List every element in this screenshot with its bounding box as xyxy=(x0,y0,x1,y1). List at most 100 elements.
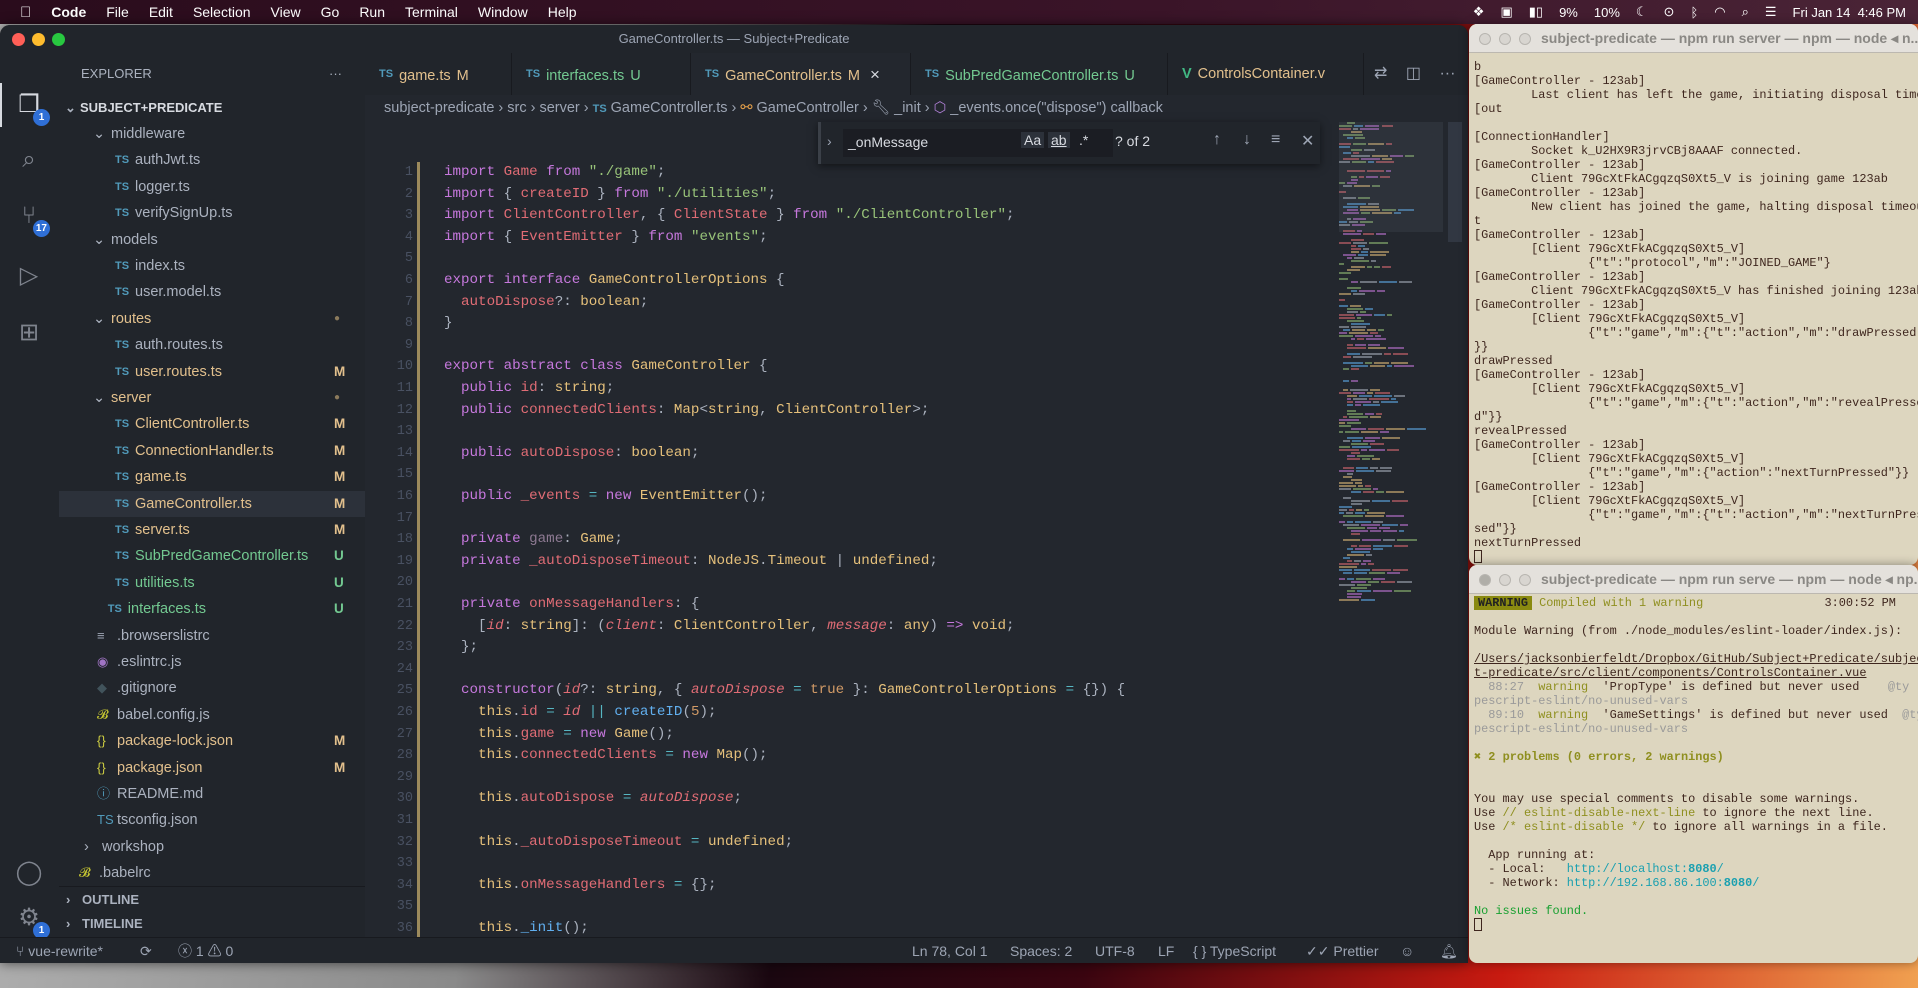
split-editor-icon[interactable]: ◫ xyxy=(1406,65,1421,82)
source-control-icon[interactable]: ⑂ 17 xyxy=(14,201,50,237)
menu-view[interactable]: View xyxy=(271,4,301,20)
breadcrumb-item[interactable]: _events.once("dispose") callback xyxy=(950,100,1163,116)
tree-item[interactable]: TS user.routes.ts M xyxy=(59,359,365,385)
tree-item[interactable]: TS GameController.ts M xyxy=(59,490,365,517)
previous-match-icon[interactable]: ↑ xyxy=(1213,131,1221,149)
workspace-root[interactable]: ⌄ SUBJECT+PREDICATE xyxy=(59,95,365,121)
extensions-icon[interactable]: ⊞ xyxy=(14,318,44,348)
tab-gamecontroller-ts[interactable]: TS GameController.ts M × xyxy=(691,53,911,95)
close-find-icon[interactable]: ✕ xyxy=(1301,131,1314,151)
tab-subpredgamecontroller-ts[interactable]: TS SubPredGameController.ts U xyxy=(911,53,1168,95)
tree-item[interactable]: TS auth.routes.ts xyxy=(59,332,365,358)
explorer-icon[interactable]: ❐ 1 xyxy=(14,90,50,126)
minimize-terminal-button[interactable] xyxy=(1499,574,1511,586)
maximize-window-button[interactable] xyxy=(52,33,65,46)
toggle-replace-icon[interactable]: › xyxy=(827,133,832,149)
tree-item[interactable]: ⌄ routes ● xyxy=(59,306,365,332)
match-case-button[interactable]: Aa xyxy=(1021,132,1045,148)
sync-icon[interactable]: ⟳ xyxy=(140,938,152,963)
tab-interfaces-ts[interactable]: TS interfaces.ts U xyxy=(512,53,691,95)
breadcrumb-item[interactable]: src xyxy=(507,100,526,116)
play-icon[interactable]: ⊙ xyxy=(1664,4,1675,20)
tree-item[interactable]: TS server.ts M xyxy=(59,517,365,543)
tab-game-ts[interactable]: TS game.ts M xyxy=(365,53,512,95)
tree-item[interactable]: TS utilities.ts U xyxy=(59,570,365,596)
tree-item[interactable]: {} package.json M xyxy=(59,755,365,781)
menu-run[interactable]: Run xyxy=(359,4,385,20)
tree-item[interactable]: TS user.model.ts xyxy=(59,279,365,305)
tree-item[interactable]: ◉ .eslintrc.js xyxy=(59,649,365,675)
menu-help[interactable]: Help xyxy=(548,4,577,20)
close-tab-icon[interactable]: × xyxy=(870,65,880,84)
regex-button[interactable]: .* xyxy=(1079,132,1088,148)
maximize-terminal-button[interactable] xyxy=(1519,33,1531,45)
tree-item[interactable]: TS ClientController.ts M xyxy=(59,411,365,437)
minimize-terminal-button[interactable] xyxy=(1499,33,1511,45)
tab-controlscontainer-v[interactable]: V ControlsContainer.v xyxy=(1168,53,1364,95)
tree-item[interactable]: ⌄ models xyxy=(59,227,365,253)
tree-item[interactable]: ◆ .gitignore xyxy=(59,675,365,701)
more-icon[interactable]: ··· xyxy=(1439,65,1455,82)
tree-item[interactable]: TS verifySignUp.ts xyxy=(59,200,365,226)
menu-window[interactable]: Window xyxy=(478,4,528,20)
open-changes-icon[interactable]: ⇄ xyxy=(1374,65,1387,82)
tree-item[interactable]: ⓘ README.md xyxy=(59,781,365,807)
tree-item[interactable]: TS game.ts M xyxy=(59,464,365,490)
zoom-icon[interactable]: ▣ xyxy=(1500,4,1512,20)
tree-item[interactable]: › workshop xyxy=(59,834,365,860)
breadcrumb-item[interactable]: GameController.ts xyxy=(611,100,728,116)
close-window-button[interactable] xyxy=(12,33,25,46)
tree-item[interactable]: TS authJwt.ts xyxy=(59,147,365,173)
tree-item[interactable]: TS index.ts xyxy=(59,253,365,279)
next-match-icon[interactable]: ↓ xyxy=(1243,131,1251,149)
wifi-icon[interactable]: ◠ xyxy=(1714,4,1725,20)
find-input[interactable]: _onMessage xyxy=(843,129,1113,157)
moon-icon[interactable]: ☾ xyxy=(1636,4,1648,20)
apple-icon[interactable]:  xyxy=(20,4,31,21)
breadcrumb-item[interactable]: _init xyxy=(894,100,921,116)
tree-item[interactable]: ⌄ server ● xyxy=(59,385,365,411)
menu-terminal[interactable]: Terminal xyxy=(405,4,458,20)
account-icon[interactable]: ◯ xyxy=(14,858,44,888)
problems-item[interactable]: ⓧ 1 ⚠ 0 xyxy=(178,938,233,963)
feedback-icon[interactable]: ☺ xyxy=(1400,938,1414,963)
tree-item[interactable]: TS tsconfig.json xyxy=(59,807,365,833)
tree-item[interactable]: TS logger.ts xyxy=(59,174,365,200)
minimap[interactable] xyxy=(1339,122,1443,612)
menu-code[interactable]: Code xyxy=(51,4,86,20)
tree-item[interactable]: TS ConnectionHandler.ts M xyxy=(59,438,365,464)
tree-item[interactable]: 𝓑babel.config.js xyxy=(59,702,365,728)
notifications-bell-icon[interactable]: 🔔︎ xyxy=(1440,938,1458,963)
find-in-selection-icon[interactable]: ≡ xyxy=(1271,131,1280,149)
editor-scrollbar[interactable] xyxy=(1448,122,1462,242)
cpu-usage-2[interactable]: 10% xyxy=(1594,5,1620,20)
minimap-slider[interactable] xyxy=(1339,122,1443,232)
settings-gear-icon[interactable]: ⚙ 1 xyxy=(14,903,50,939)
branch-item[interactable]: ⑂ vue-rewrite* xyxy=(16,938,103,963)
breadcrumb-item[interactable]: subject-predicate xyxy=(384,100,494,116)
close-terminal-button[interactable] xyxy=(1479,574,1491,586)
eol[interactable]: LF xyxy=(1158,938,1174,963)
run-debug-icon[interactable]: ▷ xyxy=(14,261,44,291)
indentation[interactable]: Spaces: 2 xyxy=(1010,938,1072,963)
minimize-window-button[interactable] xyxy=(32,33,45,46)
menu-edit[interactable]: Edit xyxy=(149,4,173,20)
maximize-terminal-button[interactable] xyxy=(1519,574,1531,586)
menu-go[interactable]: Go xyxy=(321,4,340,20)
whole-word-button[interactable]: ab xyxy=(1048,132,1070,148)
tree-item[interactable]: ≡ .browserslistrc xyxy=(59,623,365,649)
bluetooth-icon[interactable]: ᛒ xyxy=(1690,5,1698,20)
tree-item[interactable]: TS SubPredGameController.ts U xyxy=(59,543,365,569)
menu-selection[interactable]: Selection xyxy=(193,4,251,20)
breadcrumb-item[interactable]: server xyxy=(539,100,579,116)
breadcrumb-item[interactable]: GameController xyxy=(757,100,859,116)
cursor-position[interactable]: Ln 78, Col 1 xyxy=(912,938,988,963)
dropbox-icon[interactable]: ❖ xyxy=(1473,4,1485,20)
spotlight-icon[interactable]: ⌕ xyxy=(1742,4,1749,20)
tree-item[interactable]: 𝓑 .babelrc xyxy=(59,860,365,886)
tree-item[interactable]: TS interfaces.ts U xyxy=(59,596,365,622)
timeline-section[interactable]: › TIMELINE xyxy=(59,911,365,936)
menu-file[interactable]: File xyxy=(106,4,129,20)
outline-section[interactable]: › OUTLINE xyxy=(59,886,365,911)
tree-item[interactable]: {} package-lock.json M xyxy=(59,728,365,754)
